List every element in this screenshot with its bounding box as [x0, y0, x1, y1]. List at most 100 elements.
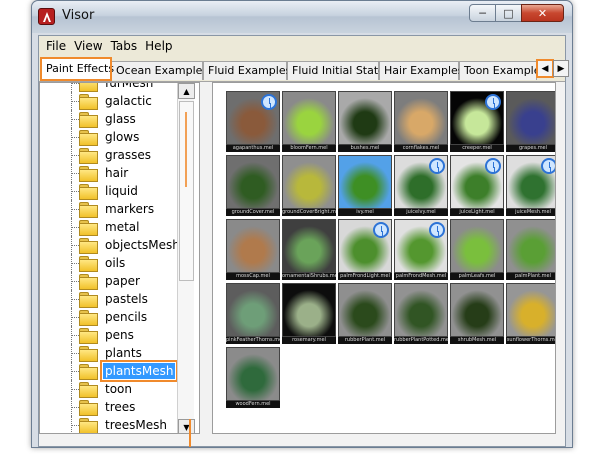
tree-item-plantsmesh[interactable]: plantsMesh — [40, 360, 199, 382]
tree-item-oils[interactable]: oils — [40, 254, 199, 272]
tree-item-toon[interactable]: toon — [40, 380, 199, 398]
tab-ocean-examples[interactable]: Ocean Examples — [111, 61, 208, 80]
tab-paint-effects[interactable]: Paint Effects — [40, 57, 114, 81]
tab-scroll-left-button[interactable]: ◀ — [536, 59, 554, 78]
brush-thumbnail[interactable]: shrubMesh.mel — [450, 283, 504, 345]
menu-tabs[interactable]: Tabs — [107, 39, 142, 53]
tree-item-paper[interactable]: paper — [40, 272, 199, 290]
brush-preview-image — [282, 91, 336, 145]
brush-caption: grapes.mel — [506, 145, 555, 152]
tab-hair-examples[interactable]: Hair Examples — [379, 61, 464, 80]
tree-item-label: liquid — [105, 184, 138, 198]
tree-item-metal[interactable]: metal — [40, 218, 199, 236]
tab-toon-examples[interactable]: Toon Examples — [459, 61, 537, 80]
brush-caption: palmFrondMesh.mel — [394, 273, 448, 280]
tree-vertical-scrollbar[interactable]: ▲ ▼ — [177, 83, 195, 433]
tree-item-markers[interactable]: markers — [40, 200, 199, 218]
brush-thumbnail[interactable]: rosemary.mel — [282, 283, 336, 345]
tree-item-furmesh[interactable]: furMesh — [40, 83, 199, 92]
brush-thumbnail[interactable]: juiceMesh.mel — [506, 155, 555, 217]
brush-thumbnail[interactable]: rubberPlantPotted.mel — [394, 283, 448, 345]
tab-strip: Paint Effects Ocean Examples Fluid Examp… — [39, 57, 569, 82]
tree-item-plants[interactable]: plants — [40, 344, 199, 362]
brush-thumbnail[interactable]: pinkFeatherThorns.mel — [226, 283, 280, 345]
tree-item-pencils[interactable]: pencils — [40, 308, 199, 326]
folder-icon — [79, 184, 98, 200]
tree-connector — [71, 389, 79, 390]
tree-item-pens[interactable]: pens — [40, 326, 199, 344]
window-title: Visor — [62, 8, 95, 23]
brush-thumbnail[interactable]: creeper.mel — [450, 91, 504, 153]
brush-preview-image — [338, 283, 392, 337]
brush-thumbnail[interactable]: palmPlant.mel — [506, 219, 555, 281]
brush-thumbnail[interactable]: groundCover.mel — [226, 155, 280, 217]
folder-icon — [79, 310, 98, 326]
brush-preview-image — [338, 155, 392, 209]
brush-preview-image — [394, 91, 448, 145]
tree-connector — [71, 407, 79, 408]
folder-icon — [79, 112, 98, 128]
title-bar[interactable]: Visor ─ □ ✕ — [32, 1, 572, 33]
scroll-up-button[interactable]: ▲ — [178, 83, 195, 99]
tree-item-objectsmesh[interactable]: objectsMesh — [40, 236, 199, 254]
tree-item-glows[interactable]: glows — [40, 128, 199, 146]
brush-caption: rubberPlant.mel — [338, 337, 392, 344]
brush-thumbnail[interactable]: juiceLight.mel — [450, 155, 504, 217]
tree-item-glass[interactable]: glass — [40, 110, 199, 128]
scroll-thumb[interactable] — [179, 101, 194, 281]
tree-item-pastels[interactable]: pastels — [40, 290, 199, 308]
brush-thumbnail[interactable]: cornflakes.mel — [394, 91, 448, 153]
brush-preview-image — [282, 219, 336, 273]
folder-icon — [79, 292, 98, 308]
minimize-icon: ─ — [479, 6, 486, 20]
clock-icon — [373, 222, 389, 238]
tree-connector — [71, 353, 79, 354]
menu-view[interactable]: View — [70, 39, 106, 53]
brush-thumbnail[interactable]: bloomFern.mel — [282, 91, 336, 153]
maximize-button[interactable]: □ — [495, 4, 522, 22]
tree-item-hair[interactable]: hair — [40, 164, 199, 182]
brush-thumbnail[interactable]: sunflowerThorns.mel — [506, 283, 555, 345]
tree-item-grasses[interactable]: grasses — [40, 146, 199, 164]
brush-thumbnail[interactable]: rubberPlant.mel — [338, 283, 392, 345]
tab-fluid-initial-states[interactable]: Fluid Initial States — [287, 61, 391, 80]
brush-thumbnail[interactable]: agapanthus.mel — [226, 91, 280, 153]
brush-caption: juiceLight.mel — [450, 209, 504, 216]
brush-thumbnail[interactable]: bushes.mel — [338, 91, 392, 153]
brush-thumbnail[interactable]: juiceIvy.mel — [394, 155, 448, 217]
tree-item-treesmesh[interactable]: treesMesh — [40, 416, 199, 433]
brush-thumbnail[interactable]: woodFern.mel — [226, 347, 280, 409]
tree-connector — [71, 101, 79, 102]
brush-thumbnail[interactable]: mossCap.mel — [226, 219, 280, 281]
brush-caption: groundCover.mel — [226, 209, 280, 216]
close-button[interactable]: ✕ — [521, 4, 564, 22]
tab-scroll-right-button[interactable]: ▶ — [553, 60, 569, 77]
brush-preview-image — [394, 219, 448, 273]
clock-icon — [261, 94, 277, 110]
tree-item-liquid[interactable]: liquid — [40, 182, 199, 200]
brush-caption: groundCoverBright.mel — [282, 209, 336, 216]
menu-file[interactable]: File — [42, 39, 70, 53]
brush-thumbnail[interactable]: grapes.mel — [506, 91, 555, 153]
menu-help[interactable]: Help — [141, 39, 176, 53]
minimize-button[interactable]: ─ — [469, 4, 496, 22]
brush-thumbnail[interactable]: palmFrondMesh.mel — [394, 219, 448, 281]
tree-connector — [71, 209, 79, 210]
paint-effects-panel: furMesh galactic glass glows grasses hair liqu… — [39, 81, 565, 447]
maya-app-icon — [38, 8, 55, 25]
folder-tree: furMesh galactic glass glows grasses hair liqu… — [39, 82, 200, 434]
brush-thumbnail[interactable]: ornamentalShrubs.mel — [282, 219, 336, 281]
tab-fluid-examples[interactable]: Fluid Examples — [203, 61, 291, 80]
scroll-down-button[interactable]: ▼ — [178, 419, 195, 433]
brush-thumbnail[interactable]: palmLeafs.mel — [450, 219, 504, 281]
visor-window: Visor ─ □ ✕ File View Tabs Help Paint Ef… — [31, 0, 573, 448]
folder-icon — [79, 148, 98, 164]
brush-thumbnail[interactable]: palmFrondLight.mel — [338, 219, 392, 281]
brush-preview-image — [338, 219, 392, 273]
tree-item-galactic[interactable]: galactic — [40, 92, 199, 110]
brush-thumbnail[interactable]: ivy.mel — [338, 155, 392, 217]
brush-caption: juiceMesh.mel — [506, 209, 555, 216]
tree-connector — [71, 299, 79, 300]
tree-item-trees[interactable]: trees — [40, 398, 199, 416]
brush-thumbnail[interactable]: groundCoverBright.mel — [282, 155, 336, 217]
